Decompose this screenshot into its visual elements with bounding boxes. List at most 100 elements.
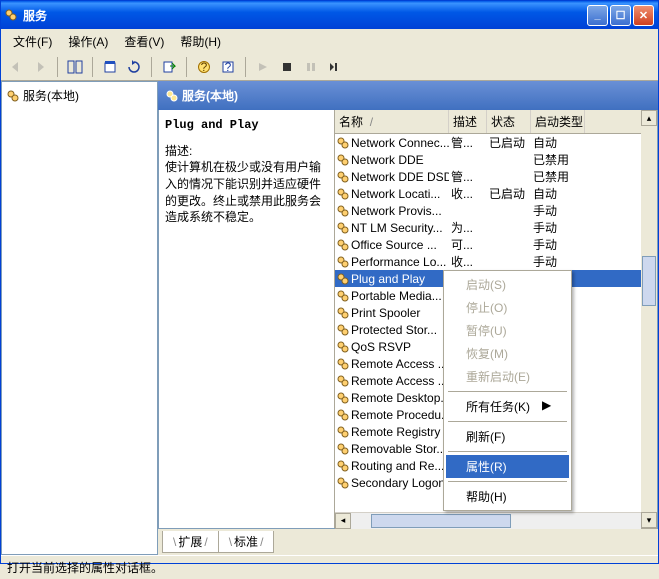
v-scrollbar[interactable]: ▴ ▾ xyxy=(641,110,657,528)
service-icon xyxy=(337,239,349,251)
h-scrollbar[interactable]: ◂ ▸ xyxy=(335,512,657,528)
svc-startup: 自动 xyxy=(531,134,585,151)
svc-startup: 手动 xyxy=(531,202,585,219)
h-thumb[interactable] xyxy=(371,514,511,528)
menu-file[interactable]: 文件(F) xyxy=(5,31,60,52)
svc-name: NT LM Security... xyxy=(351,221,443,235)
service-icon xyxy=(337,358,349,370)
svc-name: Plug and Play xyxy=(351,272,425,286)
menu-view[interactable]: 查看(V) xyxy=(116,31,172,52)
svc-name: Removable Stor... xyxy=(351,442,446,456)
services-icon xyxy=(7,90,19,102)
table-row[interactable]: Network DDE DSDM管...已禁用 xyxy=(335,168,657,185)
tab-standard[interactable]: 标准 xyxy=(218,531,275,553)
svc-name: Office Source ... xyxy=(351,238,437,252)
col-desc[interactable]: 描述 xyxy=(449,110,487,133)
svc-name: Network Provis... xyxy=(351,204,442,218)
table-row[interactable]: Network Connec...管...已启动自动 xyxy=(335,134,657,151)
menu-bar: 文件(F) 操作(A) 查看(V) 帮助(H) xyxy=(1,29,658,54)
restart-svc-button[interactable] xyxy=(324,56,346,78)
ctx-help[interactable]: 帮助(H) xyxy=(446,485,569,508)
scroll-up-button[interactable]: ▴ xyxy=(641,110,657,126)
ctx-restart[interactable]: 重新启动(E) xyxy=(446,365,569,388)
service-icon xyxy=(337,222,349,234)
service-icon xyxy=(337,137,349,149)
service-icon xyxy=(337,443,349,455)
svc-name: Remote Access ... xyxy=(351,374,448,388)
table-row[interactable]: Network Provis... 手动 xyxy=(335,202,657,219)
tree-root[interactable]: 服务(本地) xyxy=(6,86,153,105)
svc-desc: 收... xyxy=(449,253,487,270)
table-row[interactable]: Office Source ...可...手动 xyxy=(335,236,657,253)
service-icon xyxy=(337,477,349,489)
svc-startup: 手动 xyxy=(531,253,585,270)
ctx-pause[interactable]: 暂停(U) xyxy=(446,319,569,342)
start-svc-button[interactable] xyxy=(252,56,274,78)
svc-name: Portable Media... xyxy=(351,289,442,303)
col-startup[interactable]: 启动类型 xyxy=(531,110,585,133)
properties-button[interactable] xyxy=(99,56,121,78)
service-icon xyxy=(337,188,349,200)
table-row[interactable]: Network Locati...收...已启动自动 xyxy=(335,185,657,202)
svc-desc: 为... xyxy=(449,219,487,236)
back-button[interactable] xyxy=(5,56,27,78)
ctx-stop[interactable]: 停止(O) xyxy=(446,296,569,319)
tab-extended[interactable]: 扩展 xyxy=(162,531,219,553)
svc-desc: 收... xyxy=(449,185,487,202)
scroll-down-button[interactable]: ▾ xyxy=(641,512,657,528)
svc-startup: 手动 xyxy=(531,219,585,236)
column-headers[interactable]: 名称 / 描述 状态 启动类型 xyxy=(335,110,657,134)
v-thumb[interactable] xyxy=(642,256,656,306)
table-row[interactable]: Performance Lo...收...手动 xyxy=(335,253,657,270)
ctx-resume[interactable]: 恢复(M) xyxy=(446,342,569,365)
tree-pane[interactable]: 服务(本地) xyxy=(1,81,158,555)
service-list[interactable]: 名称 / 描述 状态 启动类型 Network Connec...管...已启动… xyxy=(335,110,657,528)
table-row[interactable]: NT LM Security... 为... 手动 xyxy=(335,219,657,236)
menu-action[interactable]: 操作(A) xyxy=(60,31,116,52)
help-button[interactable]: ? xyxy=(193,56,215,78)
svc-status: 已启动 xyxy=(487,185,531,202)
svc-desc: 可... xyxy=(449,236,487,253)
window-title: 服务 xyxy=(23,7,47,24)
ctx-alltasks[interactable]: 所有任务(K)▶ xyxy=(446,395,569,418)
close-button[interactable]: ✕ xyxy=(633,5,654,26)
service-icon xyxy=(337,290,349,302)
svc-desc: 管... xyxy=(449,134,487,151)
svc-startup: 已禁用 xyxy=(531,151,585,168)
svc-name: Routing and Re... xyxy=(351,459,444,473)
maximize-button[interactable]: ☐ xyxy=(610,5,631,26)
col-name[interactable]: 名称 / xyxy=(335,110,449,133)
title-bar: 服务 _ ☐ ✕ xyxy=(1,1,658,29)
pause-svc-button[interactable] xyxy=(300,56,322,78)
service-icon xyxy=(337,273,349,285)
svc-name: Remote Desktop... xyxy=(351,391,449,405)
forward-button[interactable] xyxy=(29,56,51,78)
menu-help[interactable]: 帮助(H) xyxy=(172,31,229,52)
show-hide-button[interactable] xyxy=(64,56,86,78)
col-status[interactable]: 状态 xyxy=(487,110,531,133)
svc-name: Remote Access ... xyxy=(351,357,448,371)
svc-name: Network Connec... xyxy=(351,136,449,150)
refresh-button[interactable] xyxy=(123,56,145,78)
svc-name: Secondary Logon xyxy=(351,476,445,490)
pane-title: 服务(本地) xyxy=(182,87,238,104)
scroll-left-button[interactable]: ◂ xyxy=(335,513,351,529)
export-button[interactable] xyxy=(158,56,180,78)
ctx-properties[interactable]: 属性(R) xyxy=(446,455,569,478)
service-icon xyxy=(337,426,349,438)
svc-desc: 管... xyxy=(449,168,487,185)
minimize-button[interactable]: _ xyxy=(587,5,608,26)
bottom-tabs: 扩展 标准 xyxy=(158,529,658,555)
toolbar: ? ? xyxy=(1,54,658,81)
table-row[interactable]: Network DDE 已禁用 xyxy=(335,151,657,168)
service-icon xyxy=(337,205,349,217)
stop-svc-button[interactable] xyxy=(276,56,298,78)
ctx-start[interactable]: 启动(S) xyxy=(446,273,569,296)
svc-startup: 已禁用 xyxy=(531,168,585,185)
service-icon xyxy=(337,460,349,472)
desc-label: 描述: xyxy=(165,142,328,159)
service-icon xyxy=(337,392,349,404)
svc-name: Network DDE xyxy=(351,153,424,167)
help2-button[interactable]: ? xyxy=(217,56,239,78)
ctx-refresh[interactable]: 刷新(F) xyxy=(446,425,569,448)
